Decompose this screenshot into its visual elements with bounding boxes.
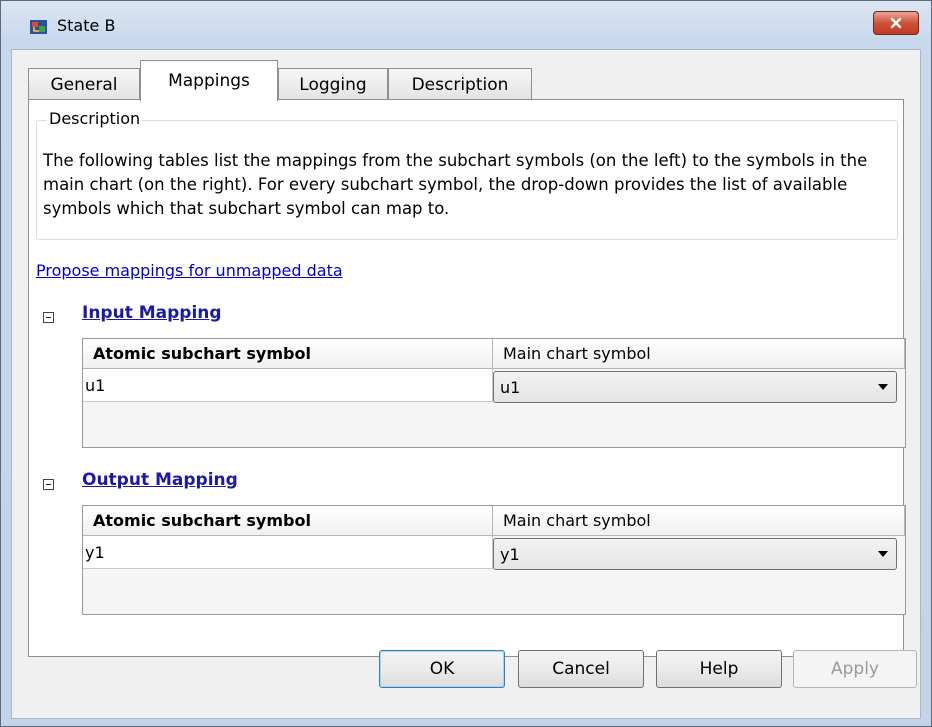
dialog-window: State B General Mappings Logging Descrip…: [0, 0, 932, 727]
table-row: u1: [83, 369, 493, 402]
description-legend: Description: [47, 109, 143, 128]
close-icon: [890, 17, 902, 29]
tab-logging[interactable]: Logging: [278, 68, 388, 100]
input-mapping-title[interactable]: Input Mapping: [82, 303, 222, 323]
window-title: State B: [57, 16, 116, 35]
description-group: Description The following tables list th…: [36, 109, 898, 240]
output-col-main-symbol: Main chart symbol: [493, 506, 905, 536]
output-col-subchart-symbol: Atomic subchart symbol: [83, 506, 493, 536]
title-bar[interactable]: State B: [1, 1, 931, 49]
input-mapping-table: Atomic subchart symbol Main chart symbol…: [82, 338, 906, 448]
dropdown-arrow-icon: [878, 384, 888, 390]
output-mapping-table: Atomic subchart symbol Main chart symbol…: [82, 505, 906, 615]
output-mapping-title[interactable]: Output Mapping: [82, 470, 238, 490]
cancel-button[interactable]: Cancel: [518, 650, 644, 688]
output-main-symbol-value: y1: [500, 544, 520, 564]
tab-description[interactable]: Description: [388, 68, 532, 100]
close-button[interactable]: [873, 11, 919, 35]
stateflow-chart-icon: [30, 20, 47, 34]
input-main-symbol-value: u1: [500, 377, 521, 397]
ok-button[interactable]: OK: [379, 650, 505, 688]
propose-mappings-link[interactable]: Propose mappings for unmapped data: [36, 261, 343, 280]
tab-mappings[interactable]: Mappings: [140, 60, 278, 101]
input-col-main-symbol: Main chart symbol: [493, 339, 905, 369]
input-col-subchart-symbol: Atomic subchart symbol: [83, 339, 493, 369]
tab-general[interactable]: General: [28, 68, 140, 100]
description-text: The following tables list the mappings f…: [43, 151, 868, 218]
collapse-minus-icon[interactable]: [43, 312, 54, 323]
help-button[interactable]: Help: [656, 650, 782, 688]
dropdown-arrow-icon: [878, 551, 888, 557]
mappings-panel: Description The following tables list th…: [28, 99, 906, 657]
apply-button[interactable]: Apply: [793, 650, 917, 688]
input-subchart-symbol-cell: u1: [85, 375, 106, 395]
collapse-minus-icon[interactable]: [43, 479, 54, 490]
output-main-symbol-dropdown[interactable]: y1: [493, 538, 897, 570]
input-main-symbol-dropdown[interactable]: u1: [493, 371, 897, 403]
output-subchart-symbol-cell: y1: [85, 542, 105, 562]
dialog-body: General Mappings Logging Description Des…: [11, 49, 921, 719]
table-row: y1: [83, 536, 493, 569]
